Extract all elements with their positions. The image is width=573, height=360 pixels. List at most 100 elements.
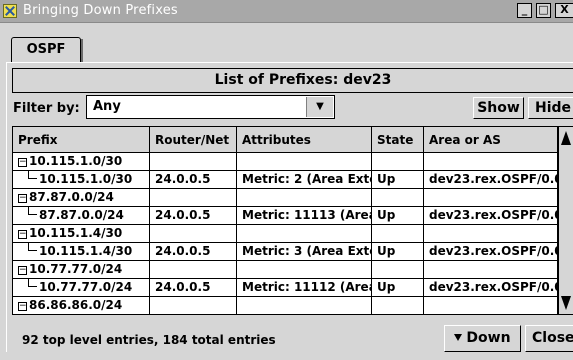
cell-state: Up	[372, 243, 424, 261]
minus-box-icon[interactable]: −	[18, 230, 27, 239]
tree-elbow-icon	[28, 279, 37, 287]
cell-area-or-as-text: dev23.rex.OSPF/0.0	[429, 244, 558, 258]
tree-elbow-icon	[28, 243, 37, 251]
cell-router-net: 24.0.0.5	[150, 279, 237, 297]
minus-box-icon[interactable]: −	[18, 194, 27, 203]
cell-area-or-as	[424, 297, 558, 314]
cell-prefix: 87.87.0.0/24	[13, 207, 150, 225]
cell-router-net: 24.0.0.5	[150, 243, 237, 261]
cell-attributes	[237, 261, 372, 279]
cell-prefix-text: 10.115.1.4/30	[29, 226, 123, 240]
tree-row-route[interactable]: 10.115.1.4/30 24.0.0.5 Metric: 3 (Area Ext…	[13, 243, 558, 261]
prefix-table: Prefix Router/Net Attributes State Area …	[12, 126, 559, 315]
cell-prefix-text: 10.77.77.0/24	[39, 280, 133, 294]
filter-label: Filter by:	[13, 101, 80, 116]
cell-area-or-as	[424, 153, 558, 171]
tree-row-prefix-group[interactable]: −10.115.1.4/30	[13, 225, 558, 243]
cell-state: Up	[372, 207, 424, 225]
cell-state: Up	[372, 171, 424, 189]
column-header-area-or-as[interactable]: Area or AS	[424, 127, 558, 153]
app-icon	[3, 4, 17, 18]
cell-router-net	[150, 189, 237, 207]
cell-router-net-text: 24.0.0.5	[155, 244, 211, 258]
tree-row-prefix-group[interactable]: −10.77.77.0/24	[13, 261, 558, 279]
tree-elbow-icon	[28, 207, 37, 215]
list-heading: List of Prefixes: dev23	[12, 68, 573, 93]
cell-attributes-text: Metric: 3 (Area Exte	[242, 244, 372, 258]
minus-box-icon[interactable]: −	[18, 266, 27, 275]
cell-area-or-as-text: dev23.rex.OSPF/0.0	[429, 172, 558, 186]
cell-area-or-as-text: dev23.rex.OSPF/0.0	[429, 280, 558, 294]
cell-attributes	[237, 297, 372, 314]
cell-prefix-text: 10.115.1.4/30	[39, 244, 133, 258]
cell-area-or-as	[424, 225, 558, 243]
tab-ospf[interactable]: OSPF	[11, 37, 81, 62]
cell-prefix: −86.86.86.0/24	[13, 297, 150, 314]
cell-prefix-text: 87.87.0.0/24	[29, 190, 114, 204]
down-button-label: Down	[466, 330, 511, 346]
cell-prefix: 10.77.77.0/24	[13, 279, 150, 297]
cell-prefix: 10.115.1.4/30	[13, 243, 150, 261]
cell-router-net: 24.0.0.5	[150, 171, 237, 189]
cell-attributes	[237, 189, 372, 207]
cell-state	[372, 189, 424, 207]
cell-router-net	[150, 153, 237, 171]
tree-row-route[interactable]: 87.87.0.0/24 24.0.0.5 Metric: 11113 (Area U…	[13, 207, 558, 225]
cell-state-text: Up	[377, 244, 396, 258]
cell-prefix-text: 10.77.77.0/24	[29, 262, 123, 276]
cell-router-net-text: 24.0.0.5	[155, 280, 211, 294]
cell-attributes: Metric: 11112 (Area	[237, 279, 372, 297]
hide-button[interactable]: Hide	[528, 97, 573, 119]
cell-attributes: Metric: 3 (Area Exte	[237, 243, 372, 261]
column-header-prefix[interactable]: Prefix	[13, 127, 150, 153]
cell-state-text: Up	[377, 208, 396, 222]
scroll-down-icon[interactable]	[561, 296, 571, 310]
minimize-button[interactable]: _	[517, 3, 532, 18]
minus-box-icon[interactable]: −	[18, 302, 27, 311]
cell-router-net	[150, 297, 237, 314]
cell-area-or-as: dev23.rex.OSPF/0.0	[424, 279, 558, 297]
cell-area-or-as: dev23.rex.OSPF/0.0	[424, 207, 558, 225]
tree-row-prefix-group[interactable]: −86.86.86.0/24	[13, 297, 558, 314]
window-title: Bringing Down Prefixes	[23, 3, 178, 18]
cell-prefix-text: 10.115.1.0/30	[29, 154, 123, 168]
cell-state	[372, 297, 424, 314]
tree-row-prefix-group[interactable]: −87.87.0.0/24	[13, 189, 558, 207]
column-header-state[interactable]: State	[372, 127, 424, 153]
column-header-router-net[interactable]: Router/Net	[150, 127, 237, 153]
minus-box-icon[interactable]: −	[18, 158, 27, 167]
tree-row-route[interactable]: 10.77.77.0/24 24.0.0.5 Metric: 11112 (Area…	[13, 279, 558, 297]
column-header-attributes[interactable]: Attributes	[237, 127, 372, 153]
cell-area-or-as	[424, 189, 558, 207]
cell-area-or-as: dev23.rex.OSPF/0.0	[424, 171, 558, 189]
filter-selected-value: Any	[93, 99, 121, 114]
cell-area-or-as: dev23.rex.OSPF/0.0	[424, 243, 558, 261]
cell-router-net	[150, 225, 237, 243]
scroll-up-icon[interactable]	[561, 131, 571, 145]
cell-area-or-as-text: dev23.rex.OSPF/0.0	[429, 208, 558, 222]
chevron-down-icon[interactable]: ▼	[306, 97, 333, 117]
cell-attributes	[237, 153, 372, 171]
cell-area-or-as	[424, 261, 558, 279]
vertical-scrollbar[interactable]	[559, 126, 573, 315]
cell-state	[372, 225, 424, 243]
tree-row-prefix-group[interactable]: −10.115.1.0/30	[13, 153, 558, 171]
close-window-button[interactable]: X	[555, 3, 573, 18]
cell-attributes-text: Metric: 11112 (Area	[242, 280, 372, 294]
cell-prefix-text: 87.87.0.0/24	[39, 208, 124, 222]
title-bar[interactable]: Bringing Down Prefixes _ □ X	[0, 0, 573, 23]
show-button[interactable]: Show	[473, 97, 524, 119]
tree-elbow-icon	[28, 171, 37, 179]
cell-router-net-text: 24.0.0.5	[155, 172, 211, 186]
tree-row-route[interactable]: 10.115.1.0/30 24.0.0.5 Metric: 2 (Area Ext…	[13, 171, 558, 189]
tab-shadow	[81, 39, 83, 62]
cell-state: Up	[372, 279, 424, 297]
filter-dropdown[interactable]: Any	[86, 95, 335, 119]
cell-router-net-text: 24.0.0.5	[155, 208, 211, 222]
close-button[interactable]: Close	[525, 325, 573, 352]
maximize-button[interactable]: □	[536, 3, 551, 18]
cell-state	[372, 153, 424, 171]
down-button[interactable]: Down	[444, 325, 521, 352]
cell-state	[372, 261, 424, 279]
cell-attributes-text: Metric: 11113 (Area	[242, 208, 372, 222]
